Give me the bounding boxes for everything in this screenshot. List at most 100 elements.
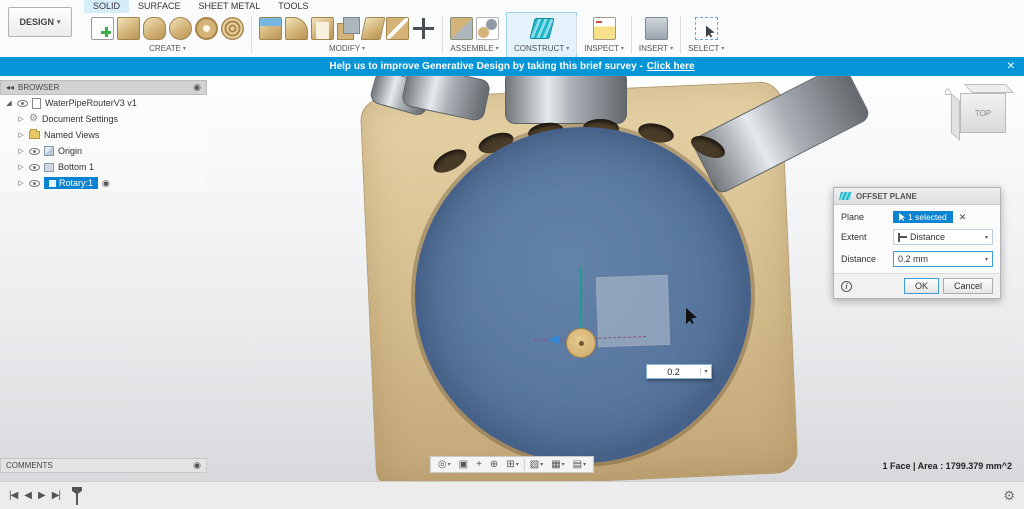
torus-icon[interactable] — [195, 16, 218, 40]
tree-item-label: WaterPipeRouterV3 v1 — [45, 98, 137, 108]
viewcube-front-face[interactable]: TOP — [960, 93, 1006, 133]
shell-icon[interactable] — [311, 16, 334, 40]
tree-item-root[interactable]: ◢ WaterPipeRouterV3 v1 — [0, 95, 207, 111]
viewports-icon[interactable]: ▤ ▾ — [570, 459, 589, 470]
folder-icon — [29, 129, 40, 139]
new-component-icon[interactable] — [450, 16, 473, 40]
dialog-title: OFFSET PLANE — [856, 191, 917, 201]
fillet-icon[interactable] — [285, 16, 308, 40]
display-settings-icon[interactable]: ▧ ▾ — [527, 459, 546, 470]
insert-menu[interactable]: INSERT ▾ — [639, 44, 673, 53]
expander-icon[interactable]: ▷ — [17, 131, 25, 139]
visibility-eye-icon[interactable] — [29, 179, 40, 187]
sphere-icon[interactable] — [169, 16, 192, 40]
tab-surface[interactable]: SURFACE — [129, 0, 190, 13]
pan-icon[interactable]: + — [473, 459, 485, 470]
selected-face[interactable] — [415, 127, 751, 463]
viewcube[interactable]: ⌂ TOP — [944, 82, 1015, 142]
select-menu[interactable]: SELECT ▾ — [688, 44, 724, 53]
survey-link[interactable]: Click here — [647, 61, 695, 72]
chevron-down-icon: ▾ — [362, 46, 366, 52]
tree-item-named-views[interactable]: ▷ Named Views — [0, 127, 207, 143]
visibility-eye-icon[interactable] — [29, 147, 40, 155]
assemble-menu[interactable]: ASSEMBLE ▾ — [450, 44, 498, 53]
timeline-step-back-button[interactable]: ◀ — [24, 490, 32, 501]
visibility-eye-icon[interactable] — [29, 163, 40, 171]
design-menu-button[interactable]: DESIGN ▾ — [8, 7, 72, 37]
offset-face-icon[interactable] — [360, 16, 386, 40]
timeline-play-button[interactable]: ▶ — [38, 490, 46, 501]
tree-item-label: Named Views — [44, 130, 100, 140]
visibility-eye-icon[interactable] — [17, 99, 28, 107]
combine-icon[interactable] — [337, 16, 360, 40]
inspect-menu[interactable]: INSPECT ▾ — [584, 44, 624, 53]
cancel-button[interactable]: Cancel — [942, 278, 993, 294]
browser-settings-icon[interactable]: ◉ — [193, 82, 201, 93]
fit-icon[interactable]: ⊞ ▾ — [503, 459, 521, 470]
move-copy-icon[interactable] — [412, 17, 435, 40]
coil-icon[interactable] — [221, 16, 244, 40]
timeline-go-start-button[interactable]: |◀ — [9, 490, 18, 501]
expander-icon[interactable]: ▷ — [17, 115, 25, 123]
tree-item-bottom[interactable]: ▷ Bottom 1 — [0, 159, 207, 175]
expander-icon[interactable]: ▷ — [17, 179, 25, 187]
comments-settings-icon[interactable]: ◉ — [193, 460, 201, 471]
create-sketch-icon[interactable] — [91, 16, 114, 40]
orbit-icon[interactable]: ◎ ▾ — [435, 459, 454, 470]
box-icon[interactable] — [117, 16, 140, 40]
dialog-header[interactable]: OFFSET PLANE — [834, 188, 1000, 205]
ground-indicator-icon[interactable]: ◉ — [102, 178, 110, 189]
extent-dropdown[interactable]: Distance ▾ — [893, 229, 993, 245]
expander-icon[interactable]: ▷ — [17, 147, 25, 155]
chevron-down-icon: ▾ — [447, 462, 451, 468]
distance-extent-icon — [898, 232, 907, 242]
tree-item-rotary[interactable]: ▷ Rotary:1 ◉ — [0, 175, 207, 191]
split-body-icon[interactable] — [386, 16, 409, 40]
press-pull-icon[interactable] — [259, 16, 282, 40]
modify-menu[interactable]: MODIFY ▾ — [329, 44, 365, 53]
chevron-down-icon: ▾ — [583, 462, 587, 468]
measure-icon[interactable] — [592, 16, 616, 40]
distance-input[interactable]: 0.2 mm ▾ — [893, 251, 993, 267]
canvas-viewport[interactable]: 0.2 ▾ ⌂ TOP ◂◂ BROWSER ◉ ◢ WaterPipeRout… — [0, 76, 1024, 481]
chevron-down-icon[interactable]: ▾ — [700, 368, 711, 375]
expander-icon[interactable]: ▷ — [17, 163, 25, 171]
offset-plane-icon[interactable] — [528, 17, 555, 39]
tree-item-document-settings[interactable]: ▷ ⚙ Document Settings — [0, 111, 207, 127]
fit-glyph: ⊞ — [506, 459, 515, 470]
info-icon[interactable]: i — [841, 280, 852, 292]
zoom-icon[interactable]: ⊕ — [487, 459, 501, 470]
expander-icon[interactable]: ◢ — [5, 99, 13, 107]
viewcube-side-face[interactable] — [951, 92, 960, 142]
timeline-settings-gear-icon[interactable]: ⚙ — [1003, 488, 1015, 504]
dialog-footer: i OK Cancel — [834, 273, 1000, 298]
tab-solid[interactable]: SOLID — [84, 0, 130, 13]
joint-icon[interactable] — [476, 16, 499, 40]
insert-icon[interactable] — [644, 16, 668, 40]
tab-tools[interactable]: TOOLS — [269, 0, 317, 13]
ok-button[interactable]: OK — [903, 278, 939, 294]
timeline-position-marker[interactable] — [71, 486, 83, 505]
tree-item-origin[interactable]: ▷ Origin — [0, 143, 207, 159]
center-hub[interactable] — [566, 328, 596, 358]
construct-menu[interactable]: CONSTRUCT ▾ — [514, 44, 569, 53]
collapse-panel-icon[interactable]: ◂◂ — [6, 83, 14, 92]
view-navigation-bar: ◎ ▾ ▣ + ⊕ ⊞ ▾ ▧ ▾ ▦ ▾ ▤ ▾ — [429, 456, 595, 473]
look-at-icon[interactable]: ▣ — [456, 459, 471, 470]
close-icon[interactable]: ✕ — [1007, 57, 1015, 76]
selected-tree-item[interactable]: Rotary:1 — [44, 177, 99, 189]
clear-selection-icon[interactable]: ✕ — [959, 212, 967, 223]
distance-value: 0.2 mm — [898, 254, 929, 264]
viewcube-top-face[interactable] — [963, 84, 1015, 93]
comments-panel[interactable]: COMMENTS ◉ — [0, 458, 207, 473]
timeline-go-end-button[interactable]: ▶| — [52, 490, 61, 501]
tab-sheet-metal[interactable]: SHEET METAL — [190, 0, 270, 13]
plane-selection-chip[interactable]: 1 selected — [893, 211, 953, 223]
chevron-down-icon: ▾ — [540, 462, 544, 468]
select-icon[interactable] — [694, 16, 718, 40]
offset-distance-input[interactable]: 0.2 ▾ — [646, 364, 712, 379]
grid-layout-icon[interactable]: ▦ ▾ — [548, 459, 567, 470]
offset-plane-icon — [839, 192, 852, 200]
create-menu[interactable]: CREATE ▾ — [149, 44, 186, 53]
cylinder-icon[interactable] — [143, 16, 166, 40]
